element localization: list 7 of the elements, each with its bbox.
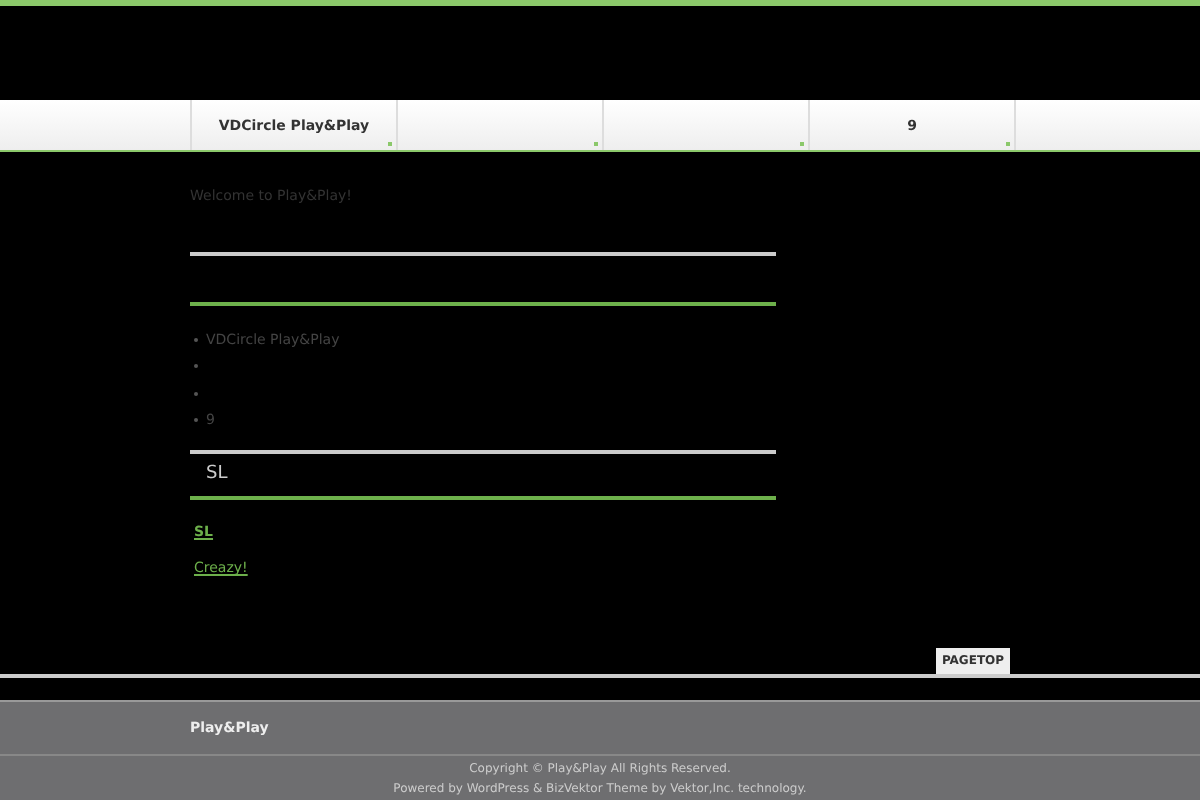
section-heading: SL bbox=[204, 462, 230, 488]
caret-icon bbox=[800, 142, 804, 146]
nav-item[interactable] bbox=[602, 100, 808, 150]
caret-icon bbox=[594, 142, 598, 146]
caret-icon bbox=[1006, 142, 1010, 146]
nav-item[interactable] bbox=[396, 100, 602, 150]
caret-icon bbox=[388, 142, 392, 146]
